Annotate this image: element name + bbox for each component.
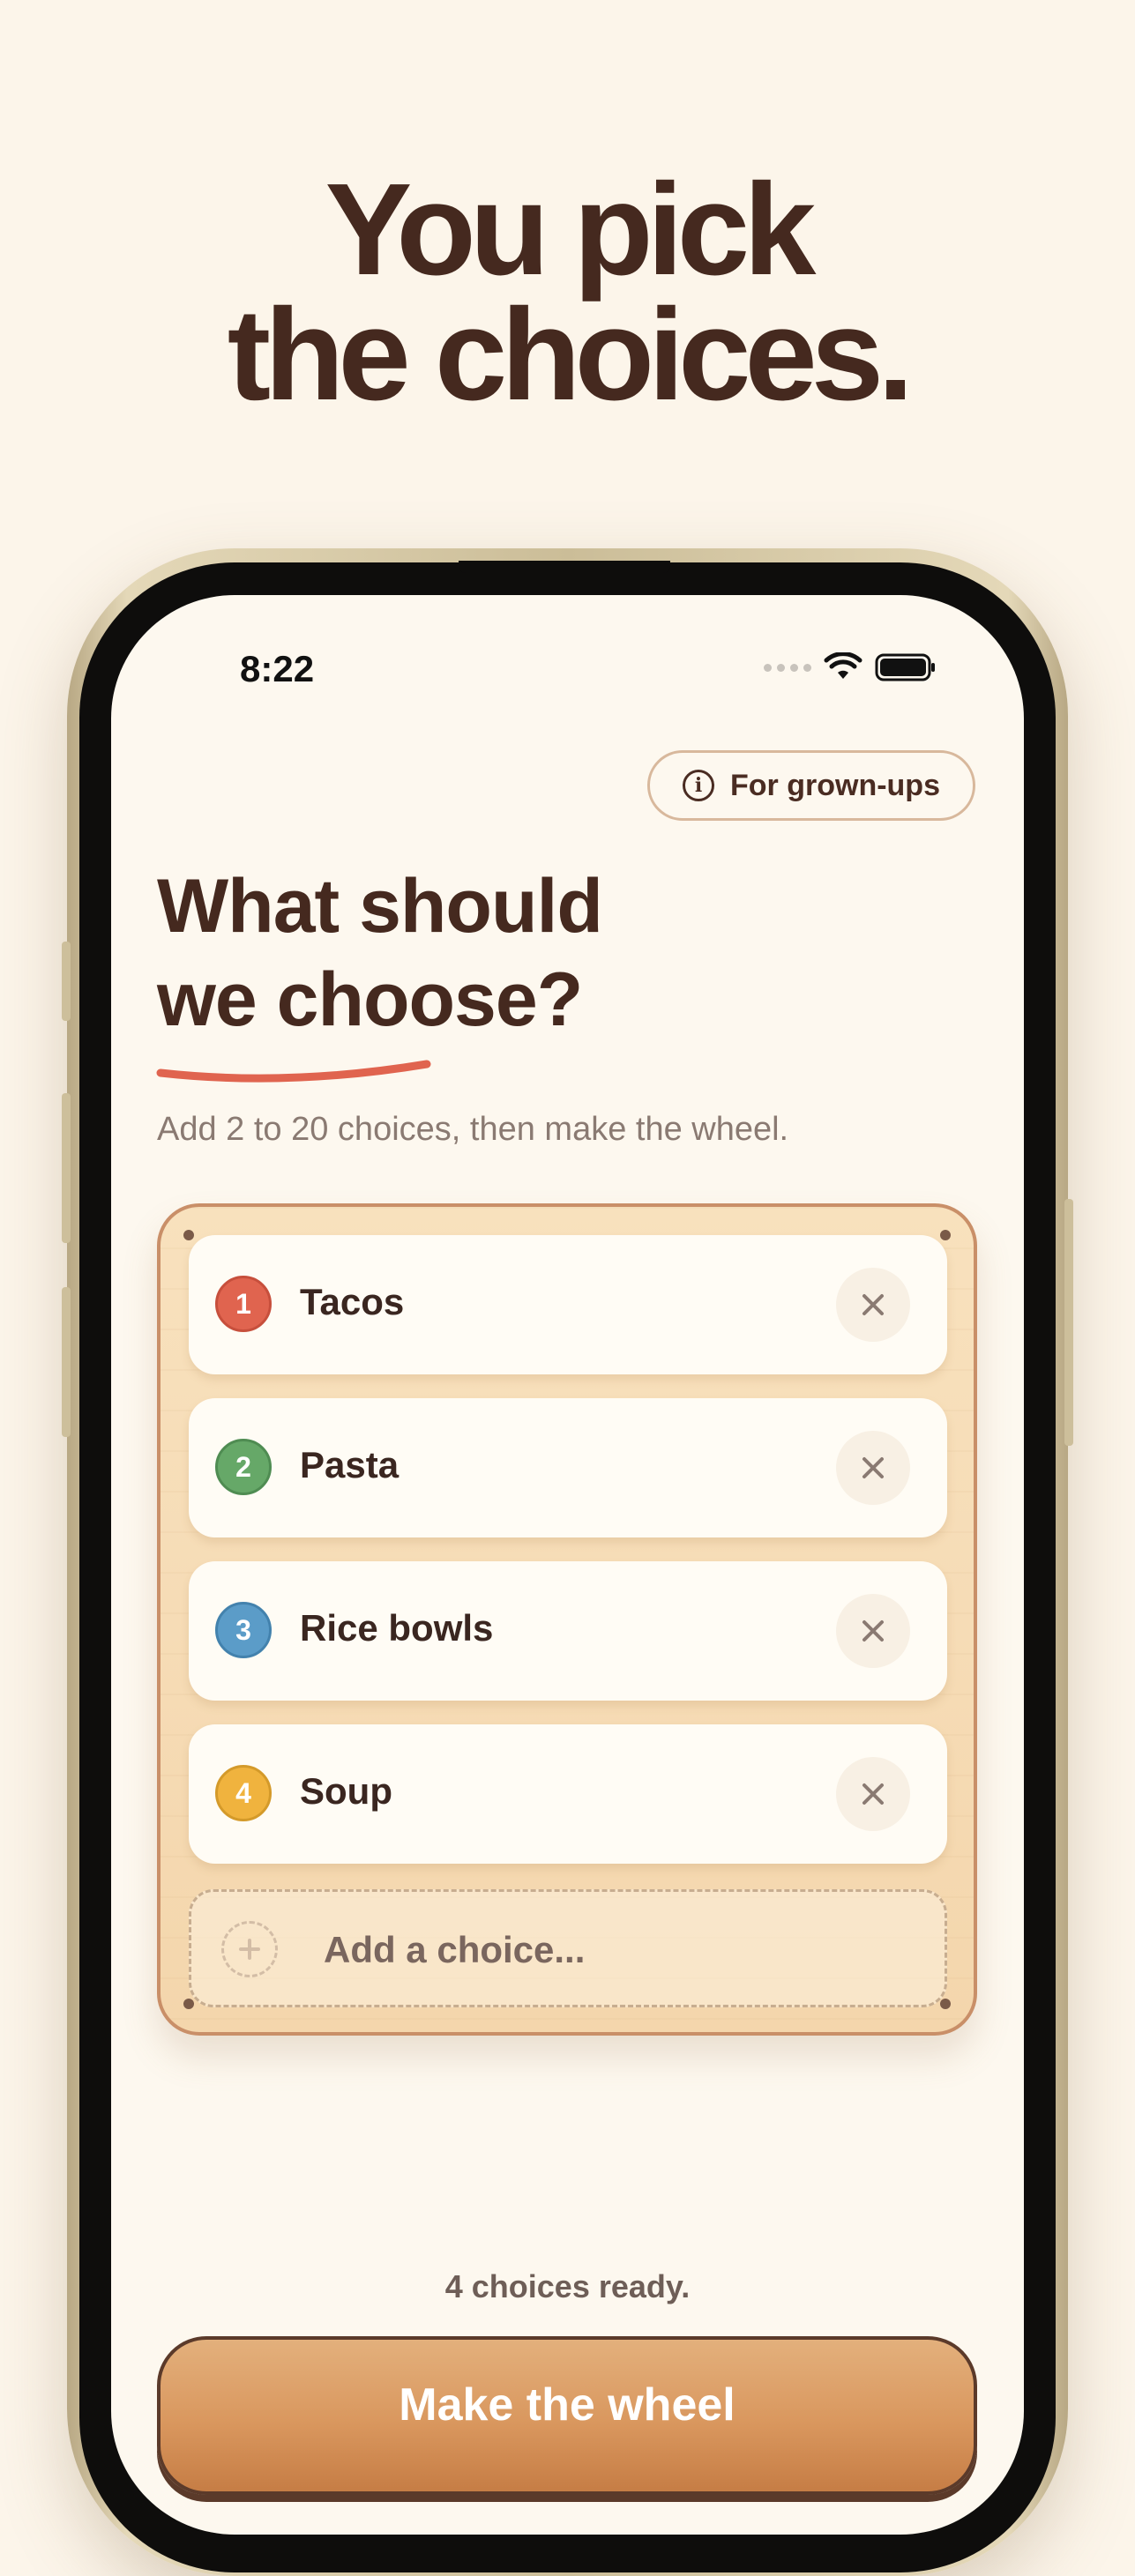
- choice-item-pasta[interactable]: 2 Pasta: [189, 1398, 947, 1537]
- phone-volume-up: [62, 1093, 71, 1243]
- remove-choice-button[interactable]: [836, 1757, 910, 1831]
- wifi-icon: [824, 652, 862, 679]
- phone-power-button: [1064, 1199, 1073, 1446]
- choice-number-badge: 1: [215, 1276, 272, 1332]
- remove-choice-button[interactable]: [836, 1268, 910, 1342]
- app-screen: 8:22 i For grown-ups What should we choo…: [111, 595, 1024, 2535]
- info-icon: i: [683, 770, 715, 801]
- for-grownups-button[interactable]: i For grown-ups: [647, 750, 975, 821]
- status-time: 8:22: [240, 648, 315, 689]
- choice-number-badge: 2: [215, 1439, 272, 1495]
- remove-choice-button[interactable]: [836, 1594, 910, 1668]
- choice-item-soup[interactable]: 4 Soup: [189, 1724, 947, 1864]
- for-grownups-label: For grown-ups: [730, 768, 940, 802]
- page-title-line-2: we choose?: [157, 957, 583, 1042]
- choices-board: 1 Tacos 2 Pasta 3 Rice bowls 4 Soup Add …: [157, 1203, 977, 2036]
- signal-dots-icon: [764, 663, 811, 672]
- choice-item-tacos[interactable]: 1 Tacos: [189, 1235, 947, 1374]
- choice-number-badge: 4: [215, 1765, 272, 1821]
- close-icon: [862, 1294, 884, 1315]
- page-title-line-1: What should: [157, 864, 603, 949]
- choice-label: Pasta: [300, 1444, 399, 1485]
- page-title: What should we choose?: [157, 860, 603, 1046]
- headline-line-2: the choices.: [227, 282, 914, 428]
- board-screw: [940, 1999, 951, 2009]
- choice-item-rice-bowls[interactable]: 3 Rice bowls: [189, 1561, 947, 1701]
- choice-label: Soup: [300, 1770, 392, 1812]
- phone-notch: [459, 561, 670, 573]
- choice-number-badge: 3: [215, 1602, 272, 1658]
- close-icon: [862, 1783, 884, 1805]
- marketing-headline: You pick the choices.: [0, 157, 1135, 428]
- add-choice-input[interactable]: Add a choice...: [189, 1889, 947, 2007]
- plus-icon: [221, 1921, 278, 1977]
- phone-volume-down: [62, 1287, 71, 1437]
- battery-icon: [875, 653, 935, 681]
- close-icon: [862, 1620, 884, 1642]
- choice-label: Tacos: [300, 1281, 405, 1322]
- status-icons: [764, 650, 937, 685]
- board-screw: [183, 1230, 194, 1240]
- add-choice-placeholder: Add a choice...: [324, 1929, 586, 1970]
- choices-ready-status: 4 choices ready.: [444, 2268, 691, 2304]
- close-icon: [862, 1457, 884, 1478]
- remove-choice-button[interactable]: [836, 1431, 910, 1505]
- choice-label: Rice bowls: [300, 1607, 494, 1649]
- board-screw: [940, 1230, 951, 1240]
- board-screw: [183, 1999, 194, 2009]
- phone-side-button: [62, 942, 71, 1021]
- make-wheel-button[interactable]: Make the wheel: [157, 2336, 977, 2495]
- headline-line-1: You pick: [325, 157, 817, 302]
- title-underline: [156, 1060, 431, 1083]
- page-subtitle: Add 2 to 20 choices, then make the wheel…: [157, 1111, 789, 1148]
